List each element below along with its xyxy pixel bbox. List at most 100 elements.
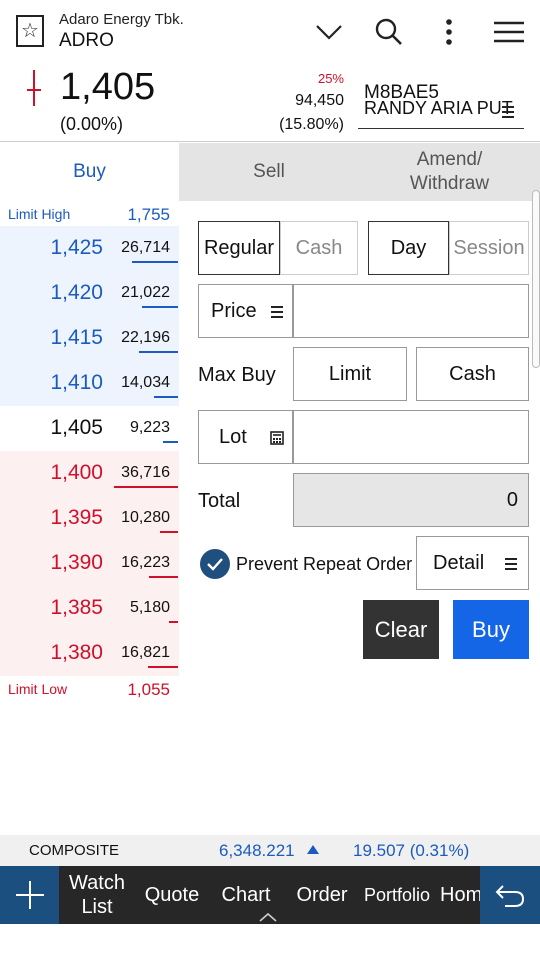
expiry-session-button[interactable]: Session xyxy=(449,221,529,275)
orderbook-volume: 5,180 xyxy=(129,599,170,616)
orderbook-volume: 14,034 xyxy=(121,374,170,391)
tab-amend-withdraw[interactable]: Amend/ Withdraw xyxy=(359,143,540,201)
nav-quote[interactable]: Quote xyxy=(138,866,206,924)
form-scrollbar[interactable] xyxy=(532,190,540,368)
orderbook-price[interactable]: 1,405 xyxy=(50,416,103,440)
max-buy-cash-button[interactable]: Cash xyxy=(416,347,529,401)
orderbook-row[interactable]: 1,410 14,034 xyxy=(0,361,179,406)
limit-high-row: Limit High 1,755 xyxy=(0,201,179,226)
order-book: Limit High 1,755 1,425 26,714 1,420 21,022 1… xyxy=(0,201,179,701)
lot-label: Lot xyxy=(219,425,247,448)
expiry-day-button[interactable]: Day xyxy=(368,221,449,275)
lot-input[interactable] xyxy=(293,410,529,464)
index-ticker[interactable]: COMPOSITE 6,348.221 19.507 (0.31%) xyxy=(0,835,540,866)
limit-low-row: Limit Low 1,055 xyxy=(0,676,179,701)
orderbook-row[interactable]: 1,425 26,714 xyxy=(0,226,179,271)
price-change: (0.00%) xyxy=(60,114,124,134)
orderbook-price[interactable]: 1,390 xyxy=(50,551,103,575)
orderbook-volume: 36,716 xyxy=(121,464,170,481)
prevent-repeat-label[interactable]: Prevent Repeat Order xyxy=(236,554,412,575)
orderbook-row[interactable]: 1,405 9,223 xyxy=(0,406,179,451)
orderbook-row[interactable]: 1,420 21,022 xyxy=(0,271,179,316)
orderbook-row[interactable]: 1,390 16,223 xyxy=(0,541,179,586)
index-change: 19.507 (0.31%) xyxy=(353,841,470,860)
orderbook-row[interactable]: 1,415 22,196 xyxy=(0,316,179,361)
orderbook-volume-bar xyxy=(132,261,178,263)
expand-up-icon[interactable] xyxy=(258,912,278,922)
price-tick-icon xyxy=(27,70,41,106)
prevent-repeat-checkbox[interactable] xyxy=(200,549,230,579)
calculator-icon xyxy=(270,431,284,445)
orderbook-volume-bar xyxy=(139,351,178,353)
orderbook-volume-bar xyxy=(154,396,178,398)
limit-high-value: 1,755 xyxy=(127,205,170,224)
company-name: Adaro Energy Tbk. xyxy=(59,11,184,28)
clear-button[interactable]: Clear xyxy=(363,600,439,659)
chevron-down-icon[interactable] xyxy=(311,14,347,50)
quote-panel: 1,405 (0.00%) 25% 94,450 (15.80%) M8BAE5… xyxy=(0,62,540,142)
orderbook-volume-bar xyxy=(160,531,178,533)
orderbook-price[interactable]: 1,420 xyxy=(50,281,103,305)
orderbook-price[interactable]: 1,380 xyxy=(50,641,103,665)
limit-low-value: 1,055 xyxy=(127,680,170,699)
max-buy-label: Max Buy xyxy=(198,364,276,386)
stock-code[interactable]: ADRO xyxy=(59,30,114,52)
orderbook-row[interactable]: 1,385 5,180 xyxy=(0,586,179,631)
hamburger-menu-icon[interactable] xyxy=(491,14,527,50)
orderbook-volume: 22,196 xyxy=(121,329,170,346)
price-label: Price xyxy=(211,299,257,322)
order-type-regular-button[interactable]: Regular xyxy=(198,221,280,275)
max-buy-limit-button[interactable]: Limit xyxy=(293,347,407,401)
orderbook-price[interactable]: 1,400 xyxy=(50,461,103,485)
total-label: Total xyxy=(198,490,241,512)
up-arrow-icon xyxy=(307,845,319,854)
orderbook-volume-bar xyxy=(148,666,178,668)
price-selector[interactable]: Price xyxy=(198,284,293,338)
price-list-icon xyxy=(271,306,283,318)
nav-order[interactable]: Order xyxy=(290,866,354,924)
limit-percent: 25% xyxy=(317,71,344,86)
add-icon[interactable] xyxy=(0,866,59,924)
orderbook-row[interactable]: 1,380 16,821 xyxy=(0,631,179,676)
watchlist-star-icon[interactable]: ☆ xyxy=(16,15,44,47)
limit-low-label: Limit Low xyxy=(8,681,68,697)
more-vert-icon[interactable] xyxy=(431,14,467,50)
orderbook-price[interactable]: 1,385 xyxy=(50,596,103,620)
orderbook-row[interactable]: 1,395 10,280 xyxy=(0,496,179,541)
orderbook-volume: 16,821 xyxy=(121,644,170,661)
back-icon[interactable] xyxy=(480,866,540,924)
search-icon[interactable] xyxy=(371,14,407,50)
last-price: 1,405 xyxy=(60,66,156,108)
orderbook-volume: 26,714 xyxy=(121,239,170,256)
bottom-nav: Watch List Quote Chart Order Portfolio H… xyxy=(0,866,540,924)
orderbook-price[interactable]: 1,410 xyxy=(50,371,103,395)
orderbook-price[interactable]: 1,395 xyxy=(50,506,103,530)
lot-selector[interactable]: Lot xyxy=(198,410,293,464)
orderbook-volume: 16,223 xyxy=(121,554,170,571)
nav-watchlist[interactable]: Watch List xyxy=(62,866,132,924)
account-name[interactable]: RANDY ARIA PUT xyxy=(364,98,516,119)
price-input[interactable] xyxy=(293,284,529,338)
total-value: 0 xyxy=(293,473,529,527)
order-tabs: Buy Sell Amend/ Withdraw xyxy=(0,143,540,201)
order-type-cash-button[interactable]: Cash xyxy=(280,221,358,275)
orderbook-row[interactable]: 1,400 36,716 xyxy=(0,451,179,496)
detail-button[interactable]: Detail xyxy=(416,536,529,590)
account-menu-icon[interactable] xyxy=(500,104,516,125)
orderbook-volume-bar xyxy=(142,306,178,308)
volume-value: 94,450 xyxy=(295,92,344,109)
orderbook-price[interactable]: 1,425 xyxy=(50,236,103,260)
detail-label: Detail xyxy=(433,551,485,574)
tab-sell[interactable]: Sell xyxy=(179,143,359,201)
orderbook-volume-bar xyxy=(149,576,178,578)
account-underline xyxy=(358,128,524,129)
buy-button[interactable]: Buy xyxy=(453,600,529,659)
orderbook-price[interactable]: 1,415 xyxy=(50,326,103,350)
nav-portfolio[interactable]: Portfolio xyxy=(358,866,436,924)
orderbook-volume: 9,223 xyxy=(129,419,170,436)
orderbook-volume: 21,022 xyxy=(121,284,170,301)
tab-buy[interactable]: Buy xyxy=(0,143,179,201)
orderbook-volume-bar xyxy=(169,621,178,623)
nav-home[interactable]: Hom xyxy=(440,866,480,924)
orderbook-volume: 10,280 xyxy=(121,509,170,526)
